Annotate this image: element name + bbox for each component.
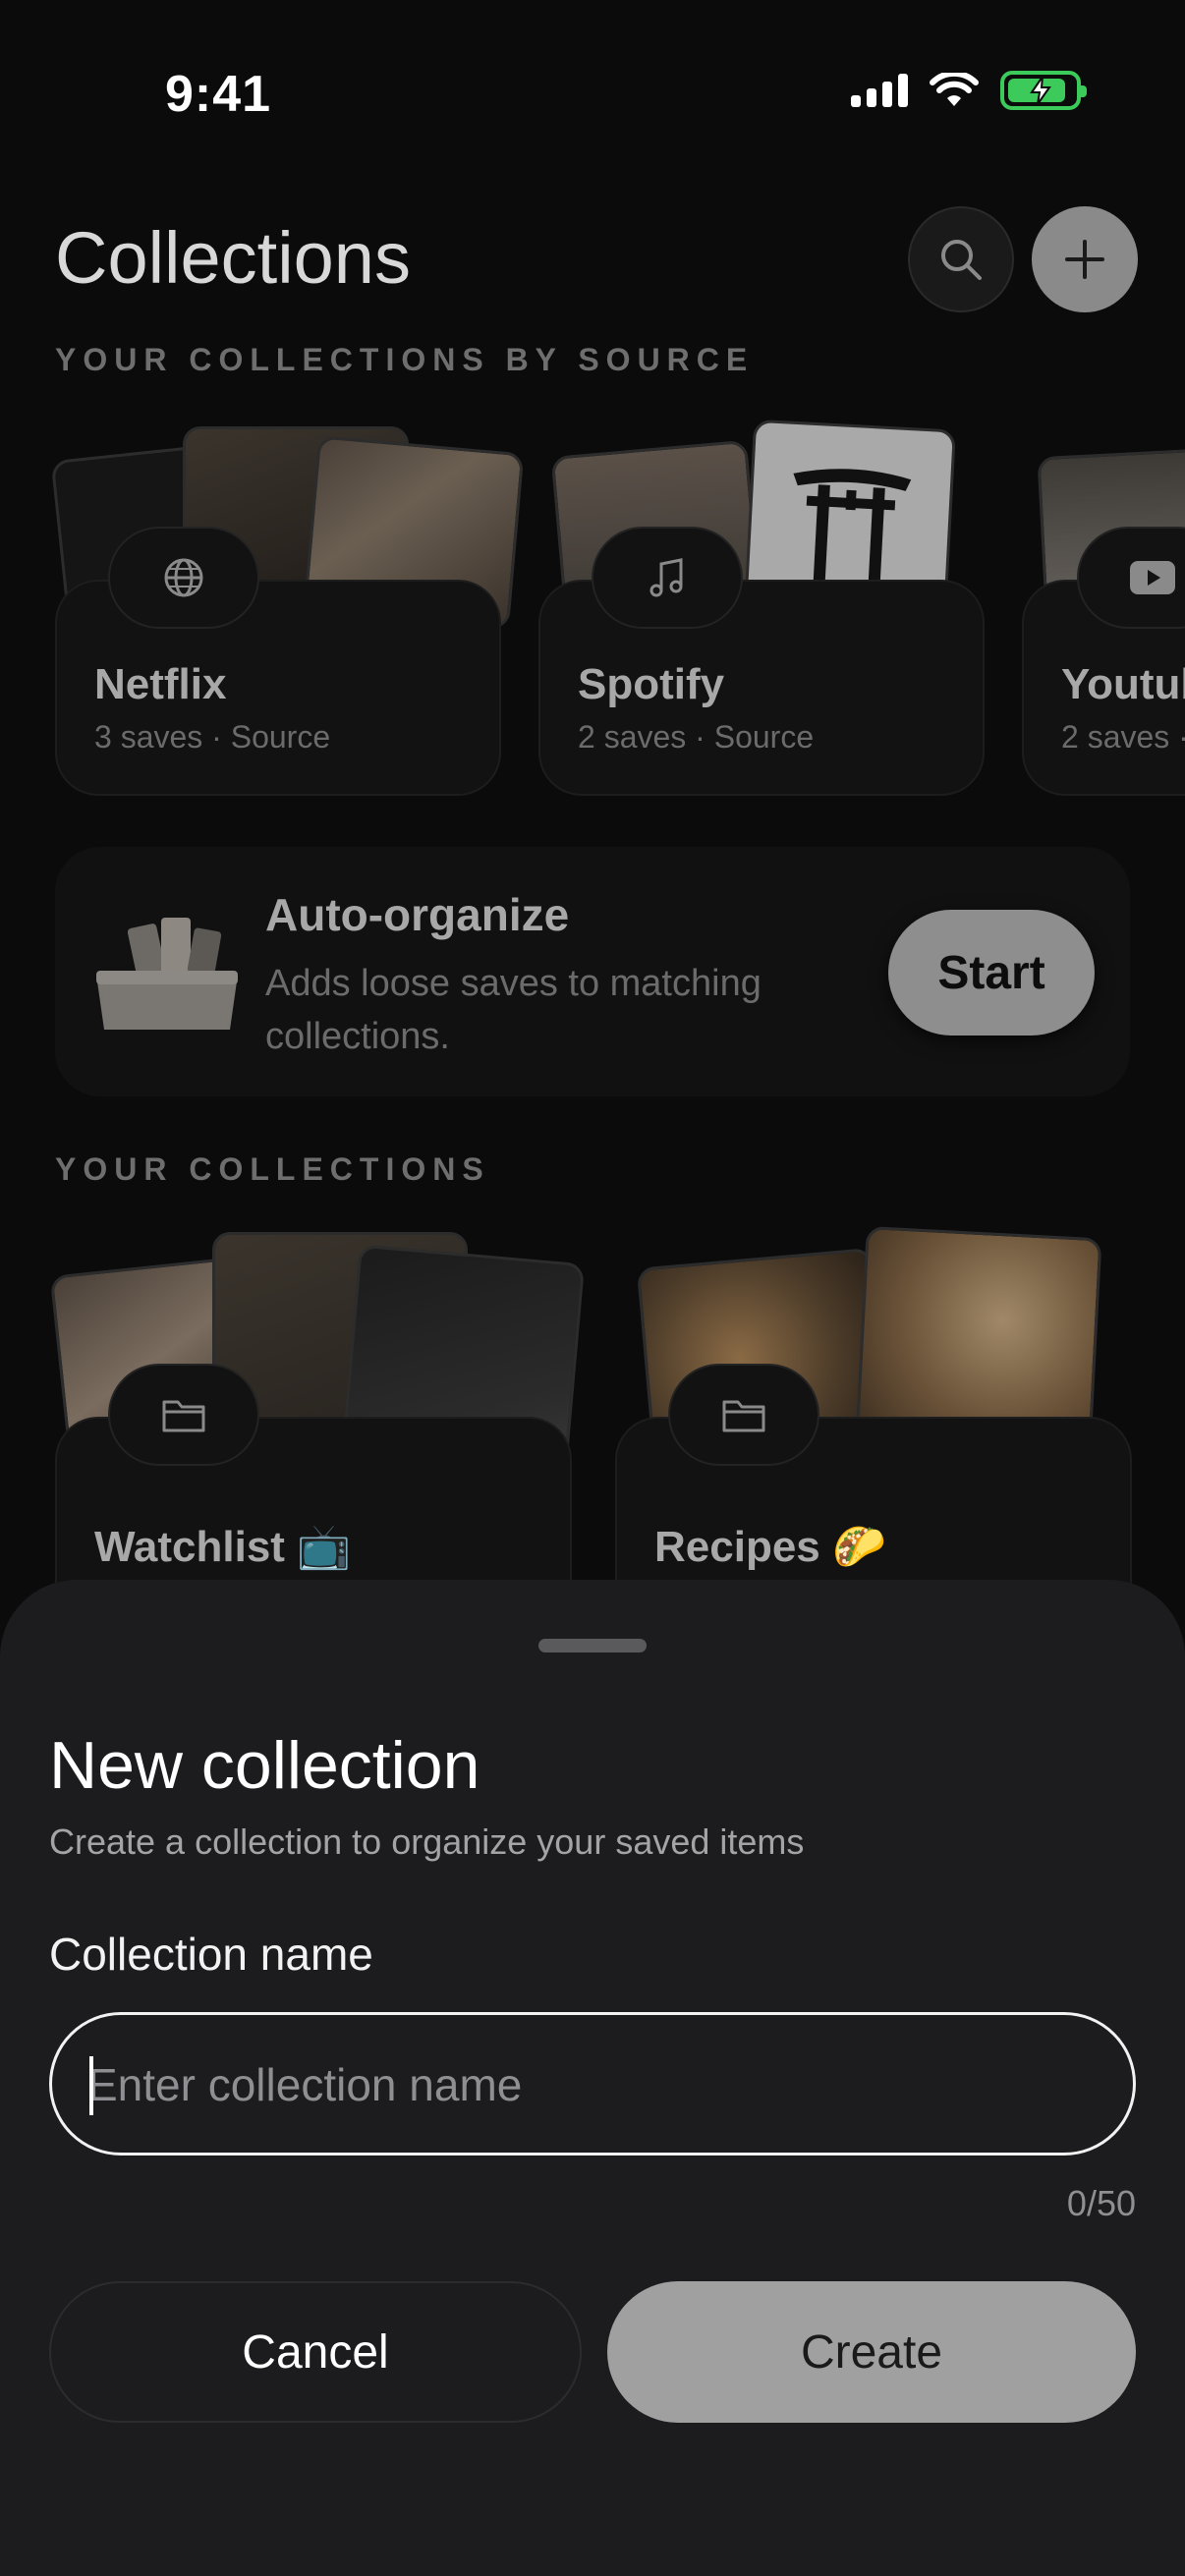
battery-icon: [1000, 71, 1087, 110]
auto-organize-title: Auto-organize: [265, 889, 570, 940]
source-card-spotify[interactable]: Spotify 2 saves · Source: [538, 419, 985, 796]
cellular-signal-icon: [851, 74, 908, 107]
source-card-youtube[interactable]: Youtube 2 saves · Source: [1022, 422, 1185, 796]
search-button[interactable]: [908, 206, 1014, 312]
section-label-your-collections: YOUR COLLECTIONS: [55, 1151, 490, 1187]
cancel-button[interactable]: Cancel: [49, 2281, 582, 2423]
collection-name-label: Collection name: [49, 1929, 373, 1980]
status-time: 9:41: [165, 66, 272, 123]
screen: 9:41 Collections YOUR COLLECTIONS BY SOU…: [0, 0, 1185, 2576]
section-label-by-source: YOUR COLLECTIONS BY SOURCE: [55, 342, 755, 377]
collection-name: Watchlist 📺: [94, 1523, 351, 1571]
folder-icon: [162, 1400, 205, 1432]
collection-card-watchlist[interactable]: Watchlist 📺: [49, 1228, 586, 1672]
sheet-grabber[interactable]: [538, 1639, 647, 1652]
character-counter: 0/50: [1066, 2183, 1136, 2223]
folder-icon: [722, 1400, 765, 1432]
collection-name-placeholder: Enter collection name: [87, 2059, 523, 2110]
collection-card-recipes[interactable]: Recipes 🌮: [615, 1225, 1132, 1672]
source-name: Netflix: [94, 660, 227, 708]
text-caret: [89, 2056, 93, 2115]
source-badge: [108, 527, 259, 629]
source-card-netflix[interactable]: Netflix 3 saves · Source: [50, 422, 525, 796]
collection-badge: [108, 1364, 259, 1466]
globe-icon: [164, 558, 203, 597]
collection-name: Recipes 🌮: [654, 1523, 886, 1571]
search-icon: [941, 240, 982, 280]
collection-badge: [668, 1364, 819, 1466]
create-button[interactable]: Create: [607, 2281, 1136, 2423]
new-collection-sheet: New collection Create a collection to or…: [0, 1580, 1185, 2576]
add-collection-button[interactable]: [1032, 206, 1138, 312]
plus-icon: [1065, 240, 1104, 279]
source-meta: 2 saves · Source: [1061, 719, 1185, 755]
page-title: Collections: [55, 217, 411, 299]
source-meta: 2 saves · Source: [578, 719, 815, 755]
youtube-icon: [1130, 561, 1175, 594]
auto-organize-card: Auto-organize Adds loose saves to matchi…: [55, 847, 1130, 1096]
start-button[interactable]: Start: [888, 910, 1095, 1036]
source-meta: 3 saves · Source: [94, 719, 331, 755]
source-name: Youtube: [1061, 660, 1185, 708]
collection-name-input[interactable]: Enter collection name: [49, 2012, 1136, 2156]
music-note-icon: [649, 558, 683, 597]
sheet-title: New collection: [49, 1728, 480, 1803]
source-name: Spotify: [578, 660, 725, 708]
organizer-box-image: [92, 906, 242, 1043]
status-icons: [851, 71, 1087, 110]
wifi-icon: [930, 73, 979, 106]
source-badge: [592, 527, 743, 629]
source-badge: [1077, 527, 1185, 629]
sheet-subtitle: Create a collection to organize your sav…: [49, 1821, 805, 1862]
auto-organize-description: Adds loose saves to matching collections…: [265, 963, 762, 1057]
